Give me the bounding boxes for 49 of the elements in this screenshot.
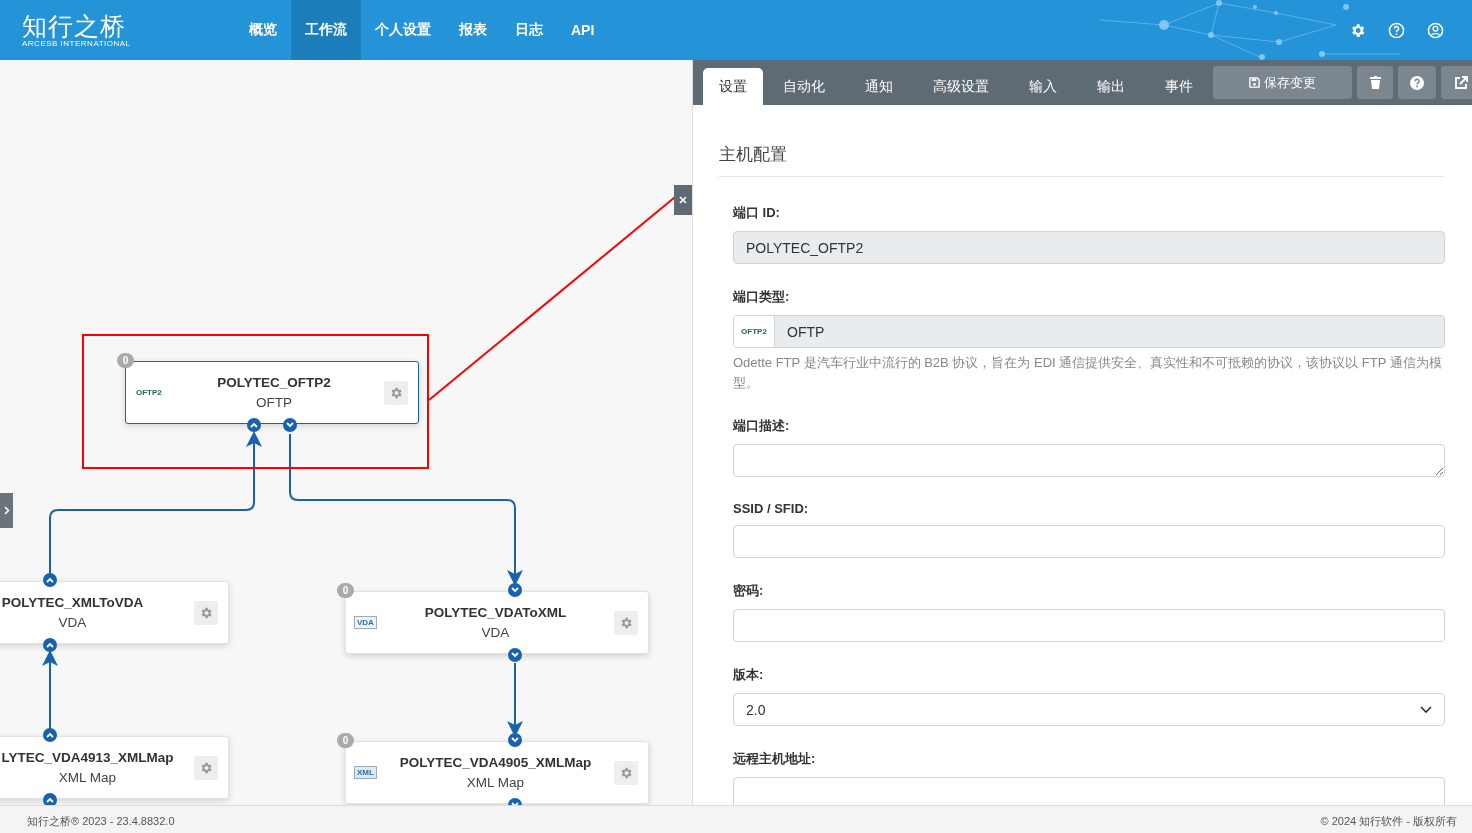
- node-type: XML Map: [58, 770, 117, 785]
- node-title: POLYTEC_VDA4905_XMLMap: [399, 755, 592, 770]
- count-badge: 0: [337, 733, 354, 748]
- field-label: 远程主机地址:: [733, 750, 817, 768]
- nav-item[interactable]: 个人设置: [361, 0, 445, 60]
- tab[interactable]: 高级设置: [913, 68, 1009, 105]
- node-title: POLYTEC_OFTP2: [217, 375, 331, 390]
- node-title: POLYTEC_XMLToVDA: [1, 595, 144, 610]
- flow-node[interactable]: LYTEC_VDA4913_XMLMap XML Map: [0, 736, 229, 799]
- field-label: 密码:: [733, 582, 765, 600]
- nav-item[interactable]: 日志: [501, 0, 557, 60]
- node-type: OFTP: [255, 395, 292, 410]
- nav-item[interactable]: API: [557, 0, 609, 60]
- tab[interactable]: 设置: [703, 68, 763, 105]
- tab[interactable]: 输入: [1009, 68, 1077, 105]
- count-badge: 0: [117, 353, 134, 368]
- tab[interactable]: 事件: [1145, 68, 1213, 105]
- logo-text: 知行之桥: [22, 12, 126, 39]
- nav-item[interactable]: 工作流: [291, 0, 361, 60]
- text-field[interactable]: POLYTEC_OFTP2: [733, 231, 1445, 264]
- connector-logo-icon: OFTP2: [134, 387, 164, 398]
- field-label: 版本:: [733, 666, 765, 684]
- oftp-logo-icon: OFTP2: [734, 316, 775, 347]
- field-label: 端口描述:: [733, 417, 791, 435]
- node-title: LYTEC_VDA4913_XMLMap: [1, 750, 174, 765]
- connector-logo-icon: VDA: [354, 616, 377, 629]
- flow-node[interactable]: POLYTEC_XMLToVDA VDA: [0, 581, 229, 644]
- nav-item[interactable]: 报表: [445, 0, 501, 60]
- nav-item[interactable]: 概览: [235, 0, 291, 60]
- node-type: XML Map: [466, 775, 525, 790]
- field-label: 端口 ID:: [733, 204, 781, 222]
- node-type: VDA: [58, 615, 87, 630]
- section-title: 主机配置: [719, 143, 1445, 177]
- type-field[interactable]: OFTP2 OFTP: [733, 315, 1445, 348]
- connector-logo-icon: XML: [354, 766, 377, 779]
- node-title: POLYTEC_VDAToXML: [424, 605, 567, 620]
- node-type: VDA: [481, 625, 510, 640]
- save-button[interactable]: 保存变更: [1213, 66, 1352, 99]
- field-label: SSID / SFID:: [733, 501, 810, 516]
- tab[interactable]: 输出: [1077, 68, 1145, 105]
- tab[interactable]: 自动化: [763, 68, 845, 105]
- version-text: 知行之桥® 2023 - 23.4.8832.0: [27, 814, 175, 829]
- logo-subtitle: ARCESB INTERNATIONAL: [22, 38, 132, 48]
- version-select[interactable]: 2.0: [733, 693, 1445, 726]
- count-badge: 0: [337, 583, 354, 598]
- help-text: Odette FTP 是汽车行业中流行的 B2B 协议，旨在为 EDI 通信提供安全、真实性和不可抵赖的协议，该协议以 FTP 通信为模型。: [733, 354, 1443, 392]
- copyright-text: © 2024 知行软件 - 版权所有: [1320, 814, 1457, 829]
- field-label: 端口类型:: [733, 288, 791, 306]
- tab[interactable]: 通知: [845, 68, 913, 105]
